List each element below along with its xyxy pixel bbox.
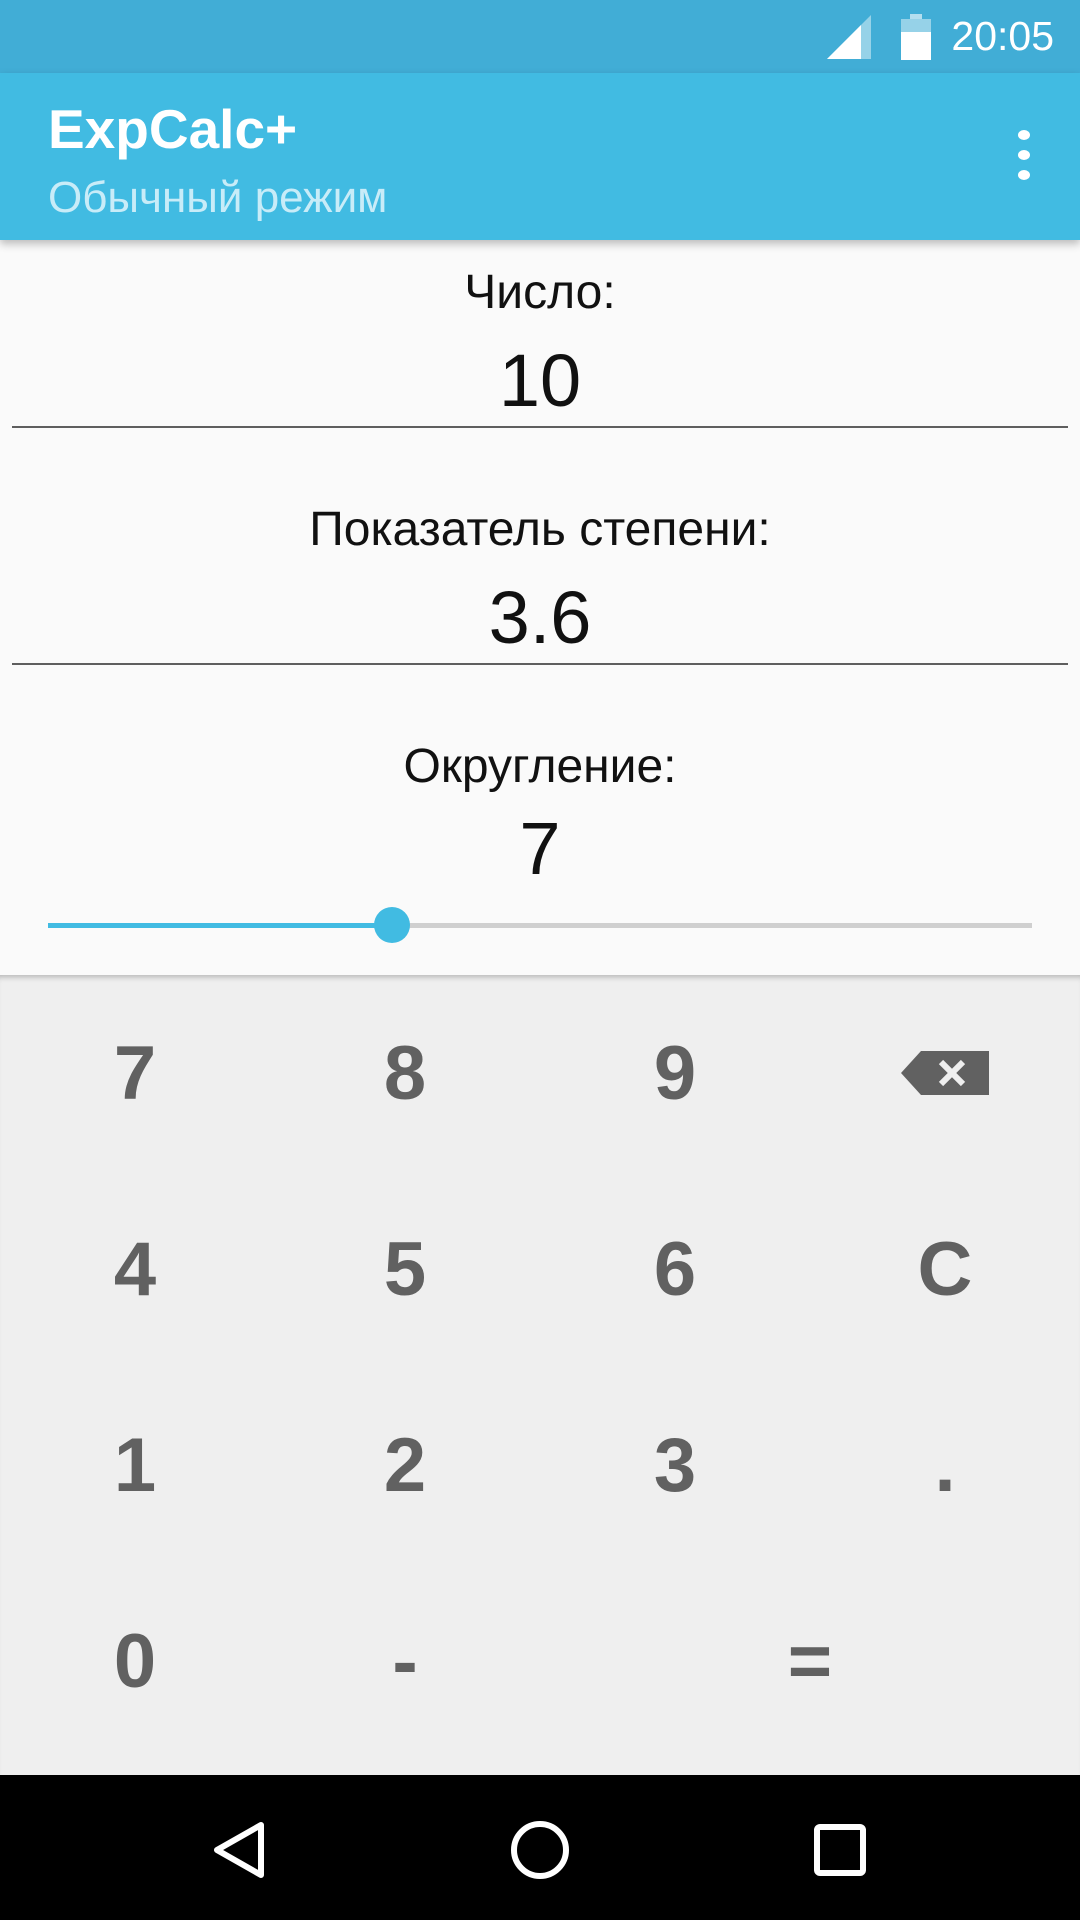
slider-fill [48, 923, 393, 928]
battery-icon [901, 13, 932, 60]
exponent-label: Показатель степени: [309, 503, 771, 556]
more-vert-icon-dot [1018, 170, 1030, 180]
rounding-label: Округление: [403, 740, 677, 793]
overflow-menu-button[interactable] [994, 125, 1054, 185]
key-7[interactable]: 7 [0, 975, 270, 1171]
backspace-icon [901, 1051, 989, 1095]
rounding-slider[interactable] [48, 900, 1032, 950]
app-title: ExpCalc+ [48, 98, 298, 160]
equals-button[interactable]: = [540, 1563, 1080, 1759]
key-4[interactable]: 4 [0, 1171, 270, 1367]
status-bar: 20:05 [0, 0, 1080, 73]
app-bar: ExpCalc+ Обычный режим [0, 73, 1080, 240]
navigation-bar [0, 1775, 1080, 1920]
screen: 20:05 ExpCalc+ Обычный режим Число: 10 П… [0, 0, 1080, 1920]
slider-thumb[interactable] [374, 907, 411, 943]
recents-icon[interactable] [795, 1805, 885, 1895]
more-vert-icon-dot [1018, 150, 1030, 160]
keypad: 7 8 9 4 5 6 C 1 2 3 . 0 - = [0, 975, 1080, 1775]
number-label: Число: [464, 266, 616, 319]
status-time: 20:05 [951, 13, 1054, 59]
key-8[interactable]: 8 [270, 975, 540, 1171]
home-icon[interactable] [495, 1805, 585, 1895]
key-0[interactable]: 0 [0, 1563, 270, 1759]
key-5[interactable]: 5 [270, 1171, 540, 1367]
number-field[interactable]: 10 [12, 333, 1068, 428]
decimal-point-button[interactable]: . [810, 1367, 1080, 1563]
clear-button[interactable]: C [810, 1171, 1080, 1367]
input-panel: Число: 10 Показатель степени: 3.6 Округл… [0, 240, 1080, 975]
backspace-button[interactable] [810, 975, 1080, 1171]
rounding-value: 7 [519, 807, 561, 890]
key-9[interactable]: 9 [540, 975, 810, 1171]
minus-button[interactable]: - [270, 1563, 540, 1759]
back-icon[interactable] [195, 1805, 285, 1895]
app-subtitle: Обычный режим [48, 173, 388, 222]
key-2[interactable]: 2 [270, 1367, 540, 1563]
more-vert-icon [1018, 130, 1030, 140]
key-6[interactable]: 6 [540, 1171, 810, 1367]
key-1[interactable]: 1 [0, 1367, 270, 1563]
cell-signal-icon [827, 14, 872, 59]
key-3[interactable]: 3 [540, 1367, 810, 1563]
exponent-field[interactable]: 3.6 [12, 570, 1068, 665]
